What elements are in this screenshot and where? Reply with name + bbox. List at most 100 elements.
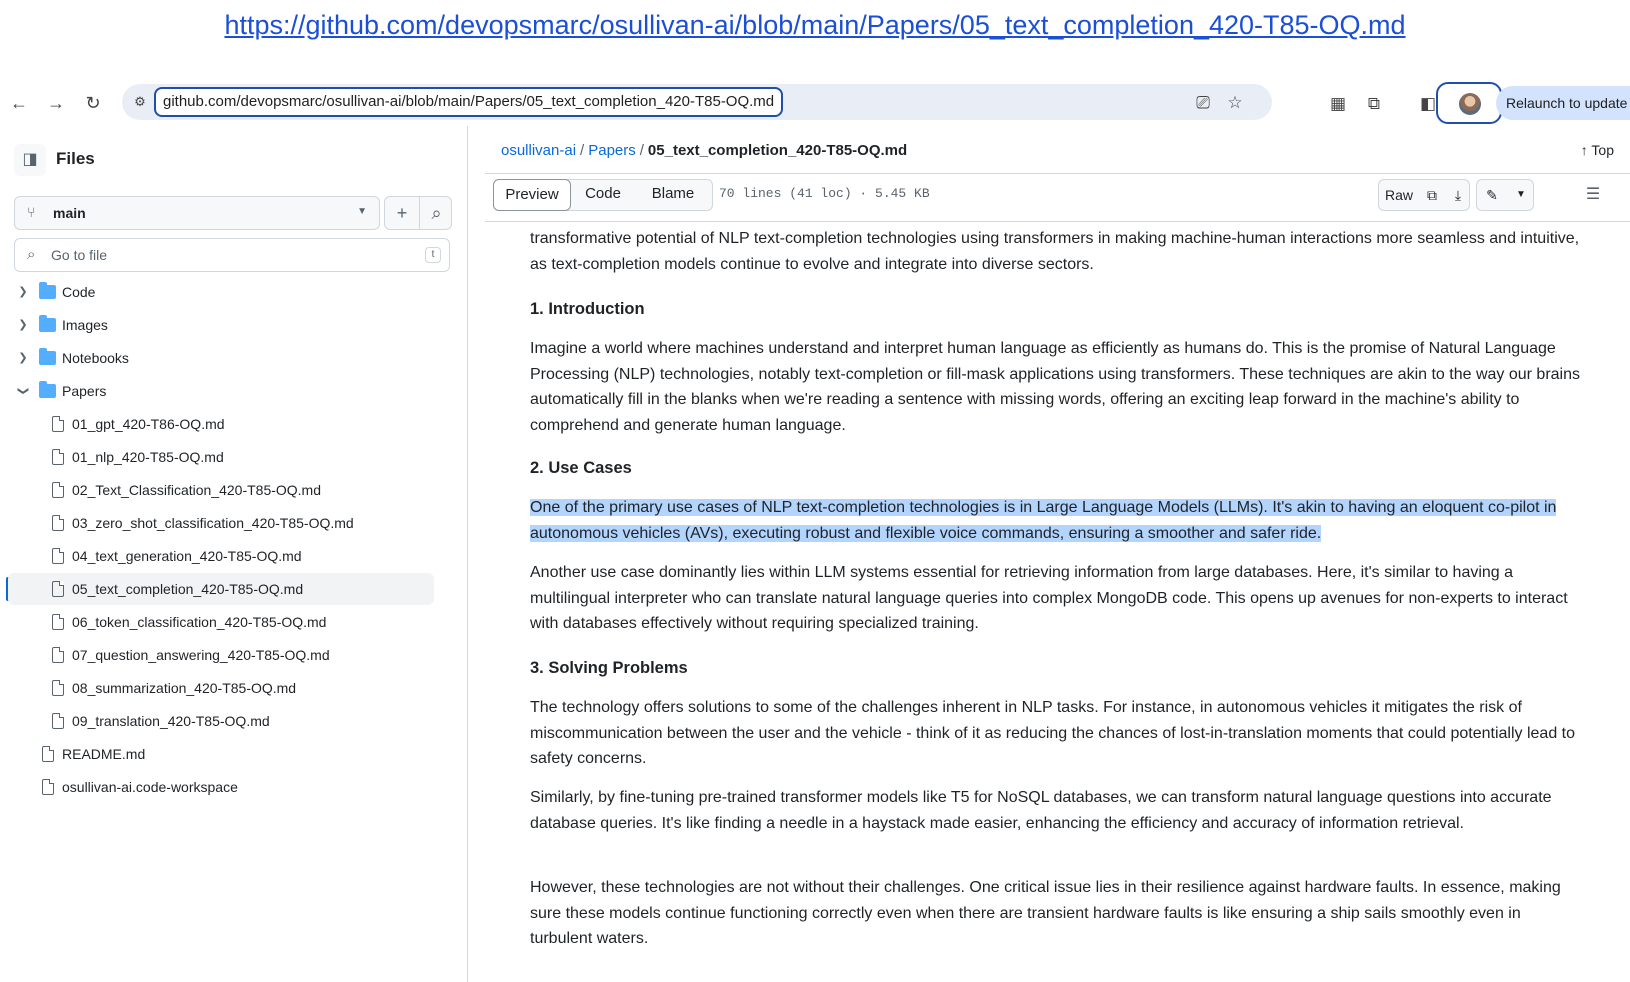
tree-file-selected[interactable]: 05_text_completion_420-T85-OQ.md xyxy=(8,573,434,605)
tree-file[interactable]: 03_zero_shot_classification_420-T85-OQ.m… xyxy=(8,507,434,539)
tree-file[interactable]: 09_translation_420-T85-OQ.md xyxy=(8,705,434,737)
raw-button[interactable]: Raw xyxy=(1379,180,1419,210)
download-icon[interactable]: ⤓ xyxy=(1445,180,1471,210)
section-heading: 🔗︎ 1. Introduction xyxy=(530,297,645,323)
git-branch-icon: ⑂ xyxy=(27,204,36,220)
tree-file[interactable]: osullivan-ai.code-workspace xyxy=(8,771,434,803)
forward-arrow-icon[interactable]: → xyxy=(45,92,67,114)
scroll-top-button[interactable]: ↑ Top xyxy=(1581,142,1614,158)
tree-folder-code[interactable]: ❯ Code xyxy=(8,276,434,308)
tree-file[interactable]: 01_gpt_420-T86-OQ.md xyxy=(8,408,434,440)
install-app-icon[interactable]: ⎚ xyxy=(1192,92,1214,114)
omnibox[interactable]: ⚙ github.com/devopsmarc/osullivan-ai/blo… xyxy=(122,84,1272,120)
copy-icon[interactable]: ⧉ xyxy=(1419,180,1445,210)
folder-icon xyxy=(39,282,56,299)
go-to-file[interactable]: ⌕ t xyxy=(14,238,450,272)
extensions-puzzle-icon[interactable]: ⧉ xyxy=(1362,92,1386,116)
caret-down-icon: ▼ xyxy=(357,206,367,217)
folder-open-icon xyxy=(39,381,56,398)
add-file-icon[interactable]: + xyxy=(385,197,419,229)
bookmark-star-icon[interactable]: ☆ xyxy=(1224,92,1246,114)
branch-name: main xyxy=(53,205,86,221)
branch-selector[interactable]: ⑂ main ▼ xyxy=(14,196,380,230)
paragraph: transformative potential of NLP text-com… xyxy=(530,230,1580,273)
tree-label: Code xyxy=(62,284,96,300)
tab-blame[interactable]: Blame xyxy=(634,179,712,211)
chevron-right-icon[interactable]: ❯ xyxy=(16,309,30,341)
tree-label: 06_token_classification_420-T85-OQ.md xyxy=(72,614,327,630)
extension-alert-icon[interactable]: ▦ xyxy=(1326,92,1350,116)
file-icon xyxy=(52,416,64,432)
back-arrow-icon[interactable]: ← xyxy=(8,92,30,114)
tree-file[interactable]: README.md xyxy=(8,738,434,770)
tree-file[interactable]: 07_question_answering_420-T85-OQ.md xyxy=(8,639,434,671)
tree-label: 08_summarization_420-T85-OQ.md xyxy=(72,680,297,696)
file-icon xyxy=(52,482,64,498)
file-view: osullivan-ai / Papers/05_text_completion_4… xyxy=(485,126,1630,982)
file-icon xyxy=(52,614,64,630)
folder-icon xyxy=(39,315,56,332)
file-icon xyxy=(52,515,64,531)
source-url-caption: https://github.com/devopsmarc/osullivan-… xyxy=(0,10,1630,41)
browser-toolbar: ← → ↻ ⚙ github.com/devopsmarc/osullivan-… xyxy=(0,80,1630,126)
sidebar-actions: + ⌕ xyxy=(384,196,452,230)
paragraph: Imagine a world where machines understan… xyxy=(530,340,1580,434)
breadcrumb-separator: / xyxy=(639,142,644,159)
breadcrumb-folder-link[interactable]: Papers xyxy=(588,142,636,159)
edit-actions: ✎ ▼ xyxy=(1476,179,1534,211)
chevron-right-icon[interactable]: ❯ xyxy=(16,276,30,308)
search-icon[interactable]: ⌕ xyxy=(419,197,453,229)
tree-file[interactable]: 06_token_classification_420-T85-OQ.md xyxy=(8,606,434,638)
tree-label: Notebooks xyxy=(62,350,129,366)
address-bar[interactable]: github.com/devopsmarc/osullivan-ai/blob/… xyxy=(154,87,784,117)
tree-file[interactable]: 02_Text_Classification_420-T85-OQ.md xyxy=(8,474,434,506)
file-icon xyxy=(52,680,64,696)
file-toolbar: Preview Code Blame 70 lines (41 loc) · 5… xyxy=(493,176,1613,214)
collapse-panel-icon[interactable]: ◨ xyxy=(14,144,46,176)
tree-label: 09_translation_420-T85-OQ.md xyxy=(72,713,270,729)
folder-icon xyxy=(39,348,56,365)
tree-label: osullivan-ai.code-workspace xyxy=(62,779,238,795)
site-info-icon[interactable]: ⚙ xyxy=(130,92,150,112)
divider xyxy=(485,173,1630,174)
file-icon xyxy=(52,713,64,729)
chevron-down-icon[interactable]: ❯ xyxy=(7,384,39,398)
tree-folder-notebooks[interactable]: ❯ Notebooks xyxy=(8,342,434,374)
tree-folder-papers[interactable]: ❯ Papers xyxy=(8,375,434,407)
markdown-body: transformative potential of NLP text-com… xyxy=(530,222,1585,982)
tab-preview[interactable]: Preview xyxy=(493,179,571,211)
reload-icon[interactable]: ↻ xyxy=(82,92,104,114)
chevron-right-icon[interactable]: ❯ xyxy=(16,342,30,374)
relaunch-button[interactable]: Relaunch to update xyxy=(1496,86,1630,120)
source-url-link[interactable]: https://github.com/devopsmarc/osullivan-… xyxy=(224,10,1405,40)
heading-text: 3. Solving Problems xyxy=(530,659,688,677)
pencil-icon[interactable]: ✎ xyxy=(1477,180,1507,210)
text-selection: One of the primary use cases of NLP text… xyxy=(530,499,1557,542)
tree-label: 03_zero_shot_classification_420-T85-OQ.m… xyxy=(72,515,354,531)
caret-down-icon[interactable]: ▼ xyxy=(1507,180,1535,210)
file-icon xyxy=(42,746,54,762)
file-icon xyxy=(52,647,64,663)
tree-file[interactable]: 08_summarization_420-T85-OQ.md xyxy=(8,672,434,704)
paragraph: However, these technologies are not with… xyxy=(530,879,1561,947)
tree-file[interactable]: 01_nlp_420-T85-OQ.md xyxy=(8,441,434,473)
raw-actions: Raw ⧉ ⤓ xyxy=(1378,179,1470,211)
profile-button[interactable] xyxy=(1436,82,1502,124)
tree-label: Images xyxy=(62,317,108,333)
tree-label: Papers xyxy=(62,383,107,399)
outline-list-icon[interactable]: ☰ xyxy=(1577,179,1609,211)
section-heading: 3. Solving Problems xyxy=(530,656,688,682)
arrow-up-icon: ↑ xyxy=(1580,142,1592,158)
tab-code[interactable]: Code xyxy=(572,179,634,211)
go-to-file-input[interactable] xyxy=(51,245,391,265)
avatar xyxy=(1459,93,1481,115)
breadcrumb-repo-link[interactable]: osullivan-ai xyxy=(501,142,576,159)
paragraph: Similarly, by fine-tuning pre-trained tr… xyxy=(530,789,1552,832)
tree-folder-images[interactable]: ❯ Images xyxy=(8,309,434,341)
tree-label: README.md xyxy=(62,746,146,762)
file-tree-sidebar: ◨ Files ⑂ main ▼ + ⌕ ⌕ t ❯ Code ❯ Images… xyxy=(0,126,468,982)
tree-label: 01_gpt_420-T86-OQ.md xyxy=(72,416,225,432)
tree-file[interactable]: 04_text_generation_420-T85-OQ.md xyxy=(8,540,434,572)
paragraph-highlighted: One of the primary use cases of NLP text… xyxy=(530,495,1585,546)
search-icon: ⌕ xyxy=(27,246,36,263)
